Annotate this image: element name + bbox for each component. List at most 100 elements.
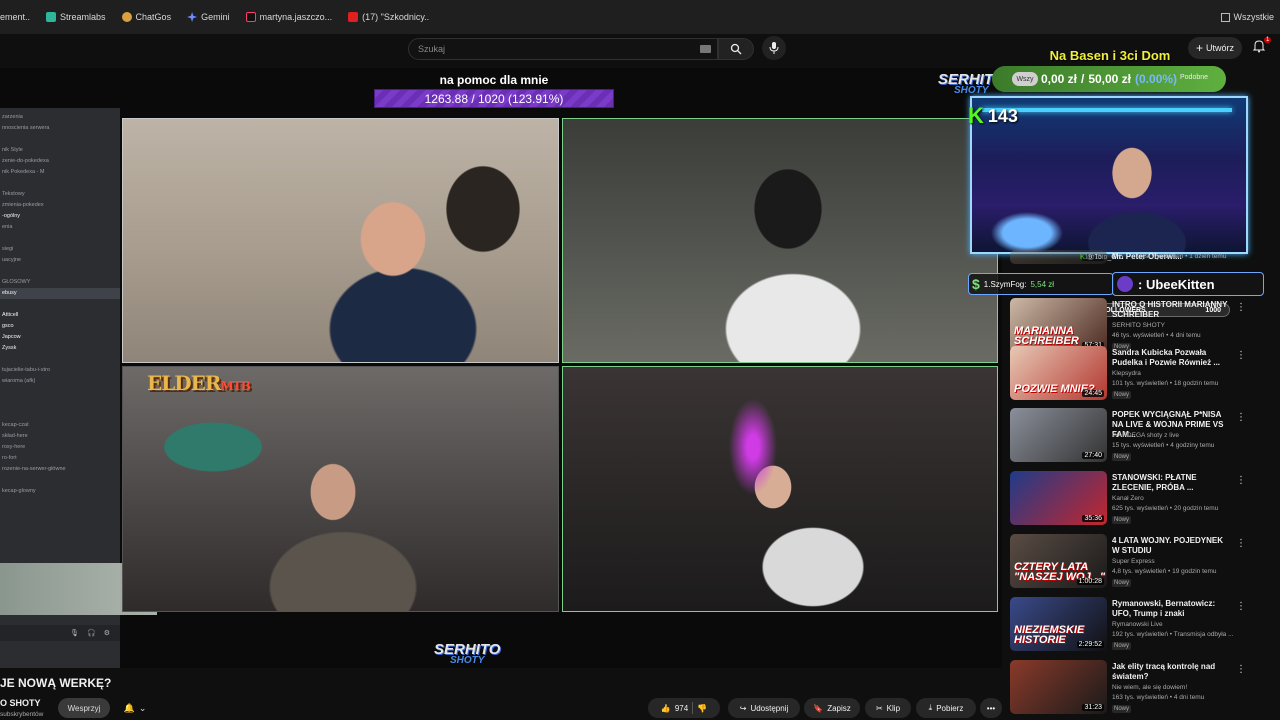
- video-thumbnail[interactable]: POZWIE MNIE? 24:45: [1010, 346, 1107, 400]
- channel-name[interactable]: Nie wiem, ale się dowiem!: [1112, 684, 1187, 691]
- search-input[interactable]: Szukaj: [408, 38, 718, 60]
- discord-channel: [0, 409, 120, 420]
- discord-channel: nik Style: [2, 147, 23, 153]
- channel-name[interactable]: O SHOTY: [0, 698, 41, 708]
- all-bookmarks[interactable]: Wszystkie: [1220, 0, 1274, 34]
- bookmark-label: Gemini: [201, 12, 230, 22]
- bookmark-label: Streamlabs: [60, 12, 106, 22]
- viewer-count: 143: [987, 105, 1018, 126]
- dollar-icon: $: [972, 276, 980, 292]
- divider: [692, 702, 694, 714]
- video-thumbnail[interactable]: 27:40: [1010, 408, 1107, 462]
- recommended-video[interactable]: CZTERY LATA "NASZEJ WOJ..." 1:00:28 4 LATA…: [1010, 534, 1250, 592]
- video-thumbnail[interactable]: NIEZIEMSKIE HISTORIE 2:29:52: [1010, 597, 1107, 651]
- more-options-icon[interactable]: ⋮: [1236, 302, 1246, 313]
- discord-channel: tujacielie-tabu-i-stro: [2, 367, 50, 373]
- bookmark-tiktok[interactable]: martyna.jaszczo...: [245, 12, 332, 22]
- recommended-video[interactable]: NIEZIEMSKIE HISTORIE 2:29:52 Rymanowski, B…: [1010, 597, 1250, 655]
- video-meta: tys. wyświetleń • 1 dzień temu: [1140, 253, 1227, 260]
- bookmark-chatgpt[interactable]: ChatGos: [121, 12, 172, 22]
- create-button[interactable]: + Utwórz: [1188, 37, 1242, 59]
- discord-channel: nnoscienia serwera: [2, 125, 50, 131]
- download-button[interactable]: ⤓ Pobierz: [916, 698, 976, 718]
- thumbs-up-icon: 👍: [660, 703, 671, 713]
- recommended-video[interactable]: 35:36 STANOWSKI: PŁATNE ZLECENIE, PRÓBA .…: [1010, 471, 1250, 529]
- video-player[interactable]: zarzenia nnoscienia serwera nik Style zenie…: [0, 68, 1002, 668]
- chevron-down-icon: ⌄: [138, 702, 147, 713]
- channel-name[interactable]: Rymanowski Live: [1112, 621, 1163, 628]
- new-badge: Nowy: [1112, 453, 1132, 461]
- more-options-icon[interactable]: ⋮: [1236, 350, 1246, 361]
- more-actions-button[interactable]: •••: [980, 698, 1002, 718]
- discord-channel: enia: [2, 224, 13, 230]
- keyboard-icon[interactable]: [700, 45, 711, 53]
- bookmark-label: ChatGos: [135, 12, 172, 22]
- video-meta: 192 tys. wyświetleń • Transmisja odbyła …: [1112, 631, 1234, 638]
- bookmark-gemini[interactable]: Gemini: [187, 12, 230, 22]
- support-button[interactable]: Wesprzyj: [58, 698, 110, 718]
- like-button[interactable]: 👍 974: [661, 704, 688, 713]
- video-title[interactable]: Jak elity tracą kontrolę nad światem?: [1112, 662, 1230, 682]
- video-meta: 15 tys. wyświetleń • 4 godziny temu: [1112, 442, 1215, 449]
- recommended-video[interactable]: POZWIE MNIE? 24:45 Sandra Kubicka Pozwała …: [1010, 346, 1250, 404]
- channel-name[interactable]: SERHITO SHOTY: [1112, 322, 1165, 329]
- donation-alert-amount: 5,54 zł: [1030, 279, 1055, 289]
- video-thumbnail[interactable]: MARIANNA SCHREIBER57:31: [1010, 298, 1107, 352]
- like-dislike-group: 👍 974 👎: [648, 698, 720, 718]
- more-options-icon[interactable]: ⋮: [1236, 538, 1246, 549]
- save-button[interactable]: 🔖 Zapisz: [804, 698, 860, 718]
- recommended-video[interactable]: 19:15 Mr. Peter Oberwi... tys. wyświetleń …: [1010, 250, 1250, 264]
- search-button[interactable]: [718, 38, 754, 60]
- recommended-video[interactable]: 27:40 POPEK WYCIĄGNĄŁ P*NISA NA LIVE & WO…: [1010, 408, 1250, 466]
- voice-search-button[interactable]: [762, 36, 786, 60]
- video-thumbnail[interactable]: 31:23: [1010, 660, 1107, 714]
- elder-logo-text: ELDER: [147, 371, 222, 395]
- subscription-bell-button[interactable]: 🔔 ⌄: [114, 698, 156, 718]
- elder-logo-suffix: MTB: [220, 379, 251, 393]
- more-options-icon[interactable]: ⋮: [1236, 664, 1246, 675]
- bookmark-streamlabs[interactable]: Streamlabs: [46, 12, 106, 22]
- kick-viewers: K 143: [968, 103, 1018, 129]
- channel-name[interactable]: Klepsydra: [1112, 370, 1141, 377]
- bookmark-youtube[interactable]: (17) "Szkodnicy..: [348, 12, 429, 22]
- bookmark-label: (17) "Szkodnicy..: [362, 12, 430, 22]
- video-meta: 4,8 tys. wyświetleń • 19 godzin temu: [1112, 568, 1217, 575]
- channel-name[interactable]: Super Express: [1112, 558, 1155, 565]
- more-options-icon[interactable]: ⋮: [1236, 475, 1246, 486]
- channel-name[interactable]: Kanał Zero: [1112, 495, 1144, 502]
- discord-channel: [0, 134, 120, 145]
- gear-icon: ⚙: [103, 630, 110, 637]
- goal-target: 50,00 zł: [1088, 72, 1132, 86]
- video-thumbnail[interactable]: CZTERY LATA "NASZEJ WOJ..." 1:00:28: [1010, 534, 1107, 588]
- video-title[interactable]: 4 LATA WOJNY. POJEDYNEK W STUDIU: [1112, 536, 1230, 556]
- more-options-icon[interactable]: ⋮: [1236, 412, 1246, 423]
- subscriber-count: subskrybentów: [0, 711, 44, 718]
- new-badge: Nowy: [1112, 705, 1132, 713]
- discord-channel: gsco: [2, 323, 14, 329]
- video-title[interactable]: Sandra Kubicka Pozwała Pudelka i Pozwie …: [1112, 348, 1230, 368]
- bookmark-0[interactable]: ement..: [0, 12, 30, 22]
- video-duration: 2:29:52: [1076, 641, 1104, 648]
- clip-button[interactable]: ✂ Klip: [865, 698, 911, 718]
- video-title[interactable]: Rymanowski, Bernatowicz: UFO, Trump i zn…: [1112, 599, 1230, 619]
- filter-chip-similar[interactable]: Podobne: [1180, 74, 1208, 81]
- video-title[interactable]: INTRO O HISTORII MARIANNY SCHREIBER: [1112, 300, 1230, 320]
- video-duration: 19:15: [1082, 254, 1104, 261]
- video-title[interactable]: STANOWSKI: PŁATNE ZLECENIE, PRÓBA ...: [1112, 473, 1230, 493]
- notifications-button[interactable]: 1: [1252, 37, 1272, 59]
- video-thumbnail[interactable]: 19:15: [1010, 250, 1107, 264]
- video-thumbnail[interactable]: 35:36: [1010, 471, 1107, 525]
- follower-alert: : UbeeKitten: [1112, 272, 1264, 296]
- discord-channel: [0, 299, 120, 310]
- filter-chip-all[interactable]: Wszy: [1012, 72, 1038, 86]
- channel-name[interactable]: WARDEGA shoty z live: [1112, 432, 1179, 439]
- avatar: [1117, 276, 1133, 292]
- discord-channel: Tekstowy: [2, 191, 25, 197]
- more-options-icon[interactable]: ⋮: [1236, 601, 1246, 612]
- screen: ement.. Streamlabs ChatGos Gemini martyn…: [0, 0, 1280, 720]
- webcam-top-left: [122, 118, 559, 363]
- discord-channel: skład-here: [2, 433, 28, 439]
- recommended-video[interactable]: 31:23 Jak elity tracą kontrolę nad świate…: [1010, 660, 1250, 718]
- dislike-button[interactable]: 👎: [697, 704, 707, 713]
- share-button[interactable]: ↪ Udostępnij: [728, 698, 800, 718]
